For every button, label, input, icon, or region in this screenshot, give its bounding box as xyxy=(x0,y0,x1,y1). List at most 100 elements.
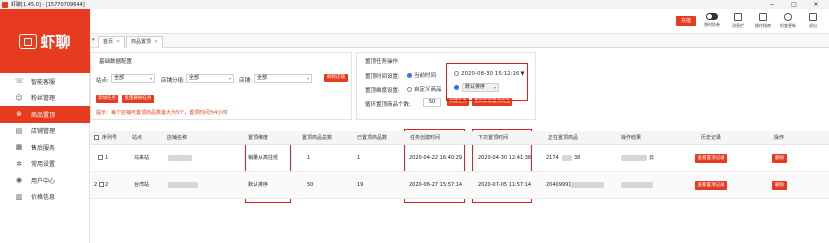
check-update-button[interactable]: 检查更新 xyxy=(776,13,800,29)
minimize-button[interactable]: − xyxy=(762,0,782,9)
window-titlebar: 虾聊[1.45.0] - [15770709644] − □ ✕ xyxy=(0,0,829,9)
shop-group-value: 全部 xyxy=(189,75,200,81)
settings-icon: ✲ xyxy=(16,159,22,168)
row-index: 2 xyxy=(94,182,98,188)
row-created-time: 2020-06-27 15:57:14 xyxy=(409,182,463,188)
view-history-button[interactable]: 查看置顶记录 xyxy=(695,181,727,190)
redacted-item xyxy=(570,182,604,188)
sidebar-item-user-center[interactable]: ◉ 用户中心 xyxy=(0,172,90,189)
col-header: 已置顶商品数 xyxy=(357,135,388,141)
batch-delete-button[interactable]: 批量删除任务 xyxy=(122,95,154,103)
sidebar: 虾聊 ☏ 智能客服 ☺ 粉丝管理 ⊗ 商品置顶 ▤ 店铺管理 ▦ 售后服务 ✲ … xyxy=(0,9,90,243)
shop-label: 店铺: xyxy=(239,78,252,84)
tool-label: 检查更新 xyxy=(780,23,796,28)
exit-button[interactable]: 退出 xyxy=(801,13,825,29)
logo-icon xyxy=(19,33,38,49)
time-current-radio[interactable]: 当前时间 xyxy=(407,71,436,79)
table-row[interactable]: 1 马来站 销量从高往低 1 1 2020-04-22 16:40:29 202… xyxy=(90,145,829,172)
exit-icon xyxy=(809,13,817,21)
sidebar-nav: ☏ 智能客服 ☺ 粉丝管理 ⊗ 商品置顶 ▤ 店铺管理 ▦ 售后服务 ✲ 常用设… xyxy=(0,73,90,205)
sidebar-item-fans[interactable]: ☺ 粉丝管理 xyxy=(0,90,90,107)
after-sales-icon: ▦ xyxy=(15,143,23,152)
tool-label: 隐时防卷 xyxy=(704,22,720,27)
col-header: 操作结果 xyxy=(621,135,642,141)
chevron-down-icon: ▾ xyxy=(228,76,231,81)
col-header: 站点 xyxy=(132,135,143,141)
highlight-box xyxy=(446,63,528,101)
sidebar-item-after-sales[interactable]: ▦ 售后服务 xyxy=(0,139,90,156)
table-row[interactable]: 2 2 台湾站 默认排序 50 19 2020-06-27 15:57:14 2… xyxy=(90,172,829,199)
sidebar-item-settings[interactable]: ✲ 常用设置 xyxy=(0,156,90,173)
tab-pin[interactable]: 商品置顶 ✕ xyxy=(126,36,164,48)
sidebar-item-label: 常用设置 xyxy=(31,161,56,169)
checkbox-icon xyxy=(99,182,104,187)
close-icon[interactable]: ✕ xyxy=(116,39,120,45)
message-icon xyxy=(734,13,742,21)
stealth-toggle[interactable]: 隐时防卷 xyxy=(700,13,724,28)
message-button[interactable]: 消息栏 xyxy=(726,13,750,29)
window-title: 虾聊[1.45.0] - [15770709644] xyxy=(11,2,85,8)
table-header: 序列号 站点 店铺名称 置顶维度 置顶商品总数 已置顶商品数 任务创建时间 下次… xyxy=(90,131,829,145)
row-checkbox[interactable] xyxy=(98,145,103,172)
chevron-down-icon: ▾ xyxy=(306,76,309,81)
dimension-custom-radio[interactable]: 自定义商品 xyxy=(407,85,442,93)
site-select[interactable]: 全部 ▾ xyxy=(111,74,155,83)
toggle-icon xyxy=(706,13,718,20)
tab-home[interactable]: 首页 ✕ xyxy=(98,36,126,48)
dimension-label: 置顶维度设置: xyxy=(365,88,400,94)
col-header: 下次置顶时间 xyxy=(478,135,509,141)
col-header: 历史记录 xyxy=(701,135,722,141)
tab-scroll-icon[interactable]: ▾ xyxy=(92,37,95,43)
loop-count-input[interactable]: 50 xyxy=(423,98,441,107)
delete-button[interactable]: 删除 xyxy=(772,154,787,163)
checkbox-icon xyxy=(94,135,99,140)
redacted-result xyxy=(621,155,647,161)
close-icon[interactable]: ✕ xyxy=(154,39,158,45)
sidebar-item-label: 用户中心 xyxy=(31,177,56,185)
view-history-button[interactable]: 查看置顶记录 xyxy=(695,154,727,163)
row-total: 50 xyxy=(307,182,314,188)
row-current-item: 2174 xyxy=(546,155,559,161)
radio-icon xyxy=(407,87,412,92)
row-done: 19 xyxy=(357,182,364,188)
row-checkbox[interactable] xyxy=(99,172,104,199)
maximize-button[interactable]: □ xyxy=(784,0,804,9)
row-dimension: 默认排序 xyxy=(248,182,269,188)
shop-group-select[interactable]: 全部 ▾ xyxy=(186,74,234,83)
col-header: 正在置顶商品 xyxy=(548,135,579,141)
recharge-button[interactable]: 充值 xyxy=(676,16,696,26)
col-header: 序列号 xyxy=(102,135,118,141)
shop-select[interactable]: 全部 ▾ xyxy=(254,74,312,83)
refresh-shop-button[interactable]: 刷新店铺 xyxy=(324,74,348,82)
tab-label: 商品置顶 xyxy=(131,39,152,45)
panel-title: 基础数据配置 xyxy=(99,59,133,65)
select-all-checkbox[interactable] xyxy=(94,131,99,145)
tab-label: 首页 xyxy=(103,39,114,45)
tool-label: 操作指南 xyxy=(755,23,771,28)
close-button[interactable]: ✕ xyxy=(806,0,826,9)
sidebar-item-price[interactable]: ▥ 价格信息 xyxy=(0,189,90,206)
row-dimension: 销量从高往低 xyxy=(248,155,279,161)
delete-button[interactable]: 删除 xyxy=(772,181,787,190)
sidebar-item-store[interactable]: ▤ 店铺管理 xyxy=(0,123,90,140)
sidebar-item-smart-service[interactable]: ☏ 智能客服 xyxy=(0,73,90,90)
loop-count-label: 循环置顶商品个数: xyxy=(365,102,411,108)
tool-label: 消息栏 xyxy=(732,23,744,28)
site-select-value: 全部 xyxy=(114,75,125,81)
pin-icon: ⊗ xyxy=(16,110,22,119)
sidebar-item-pin[interactable]: ⊗ 商品置顶 xyxy=(0,106,90,123)
tab-bar: ▾ 首页 ✕ 商品置顶 ✕ xyxy=(90,34,829,48)
row-current-item: 20409991 xyxy=(546,182,572,188)
row-created-time: 2020-04-22 16:40:29 xyxy=(409,155,463,161)
checkbox-icon xyxy=(98,155,103,160)
row-result-tail: 云 xyxy=(649,155,655,161)
time-setting-label: 置顶时间设置: xyxy=(365,74,400,80)
row-done: 1 xyxy=(357,155,361,161)
radio-label: 当前时间 xyxy=(414,73,437,79)
redacted-shop-name xyxy=(168,182,198,188)
row-total: 1 xyxy=(307,155,311,161)
config-panel: 基础数据配置 站点: 全部 ▾ 店铺分组: 全部 ▾ 店铺: 全部 ▾ 刷新店铺 添加… xyxy=(90,52,352,120)
add-task-button[interactable]: 添加任务 xyxy=(96,95,118,103)
shop-select-value: 全部 xyxy=(257,75,268,81)
guide-button[interactable]: 操作指南 xyxy=(751,13,775,29)
